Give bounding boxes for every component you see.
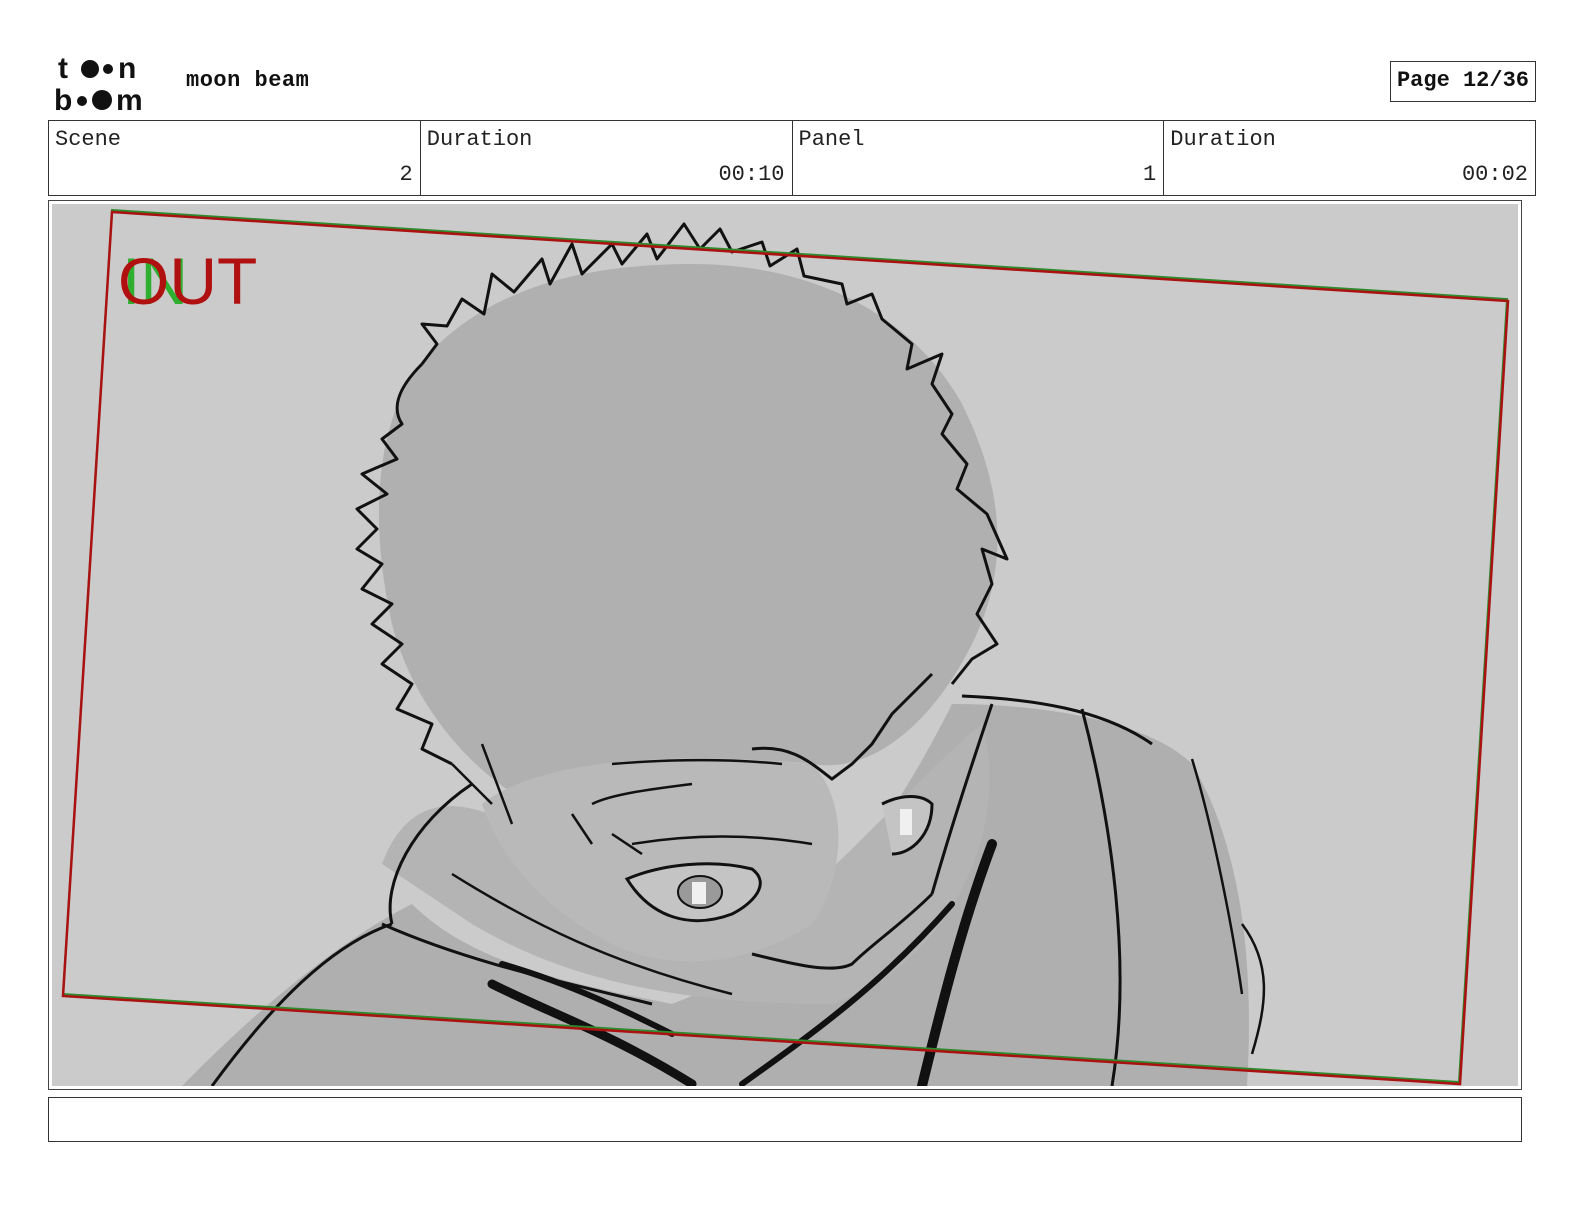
toonboom-logo: t n b m — [52, 52, 172, 117]
scene-duration-value: 00:10 — [718, 162, 785, 187]
storyboard-panel: IN OUT — [48, 200, 1522, 1090]
project-title: moon beam — [186, 68, 310, 93]
eye-highlight-left — [692, 882, 706, 904]
svg-text:t: t — [58, 52, 68, 85]
scene-info-table: Scene 2 Duration 00:10 Panel 1 Duration … — [48, 120, 1536, 196]
panel-duration-cell: Duration 00:02 — [1164, 121, 1535, 195]
page-header: t n b m moon beam Page 12/36 — [48, 48, 1536, 117]
scene-duration-label: Duration — [426, 127, 533, 152]
svg-text:n: n — [118, 52, 136, 85]
panel-label: Panel — [798, 127, 865, 152]
panel-duration-label: Duration — [1170, 127, 1276, 152]
scene-cell: Scene 2 — [49, 121, 421, 195]
eye-highlight-right — [900, 809, 912, 835]
svg-text:b: b — [54, 84, 72, 112]
out-marker: OUT — [118, 244, 257, 318]
scene-value: 2 — [399, 162, 413, 187]
panel-duration-value: 00:02 — [1461, 162, 1528, 187]
scene-label: Scene — [55, 127, 122, 152]
page-number: Page 12/36 — [1389, 61, 1536, 102]
panel-sketch: IN OUT — [52, 204, 1518, 1086]
panel-caption-box[interactable] — [48, 1097, 1522, 1142]
panel-value: 1 — [1143, 162, 1157, 187]
hair-fill — [378, 264, 998, 804]
scene-duration-cell: Duration 00:10 — [421, 121, 793, 195]
panel-cell: Panel 1 — [793, 121, 1165, 195]
svg-text:m: m — [116, 84, 143, 112]
